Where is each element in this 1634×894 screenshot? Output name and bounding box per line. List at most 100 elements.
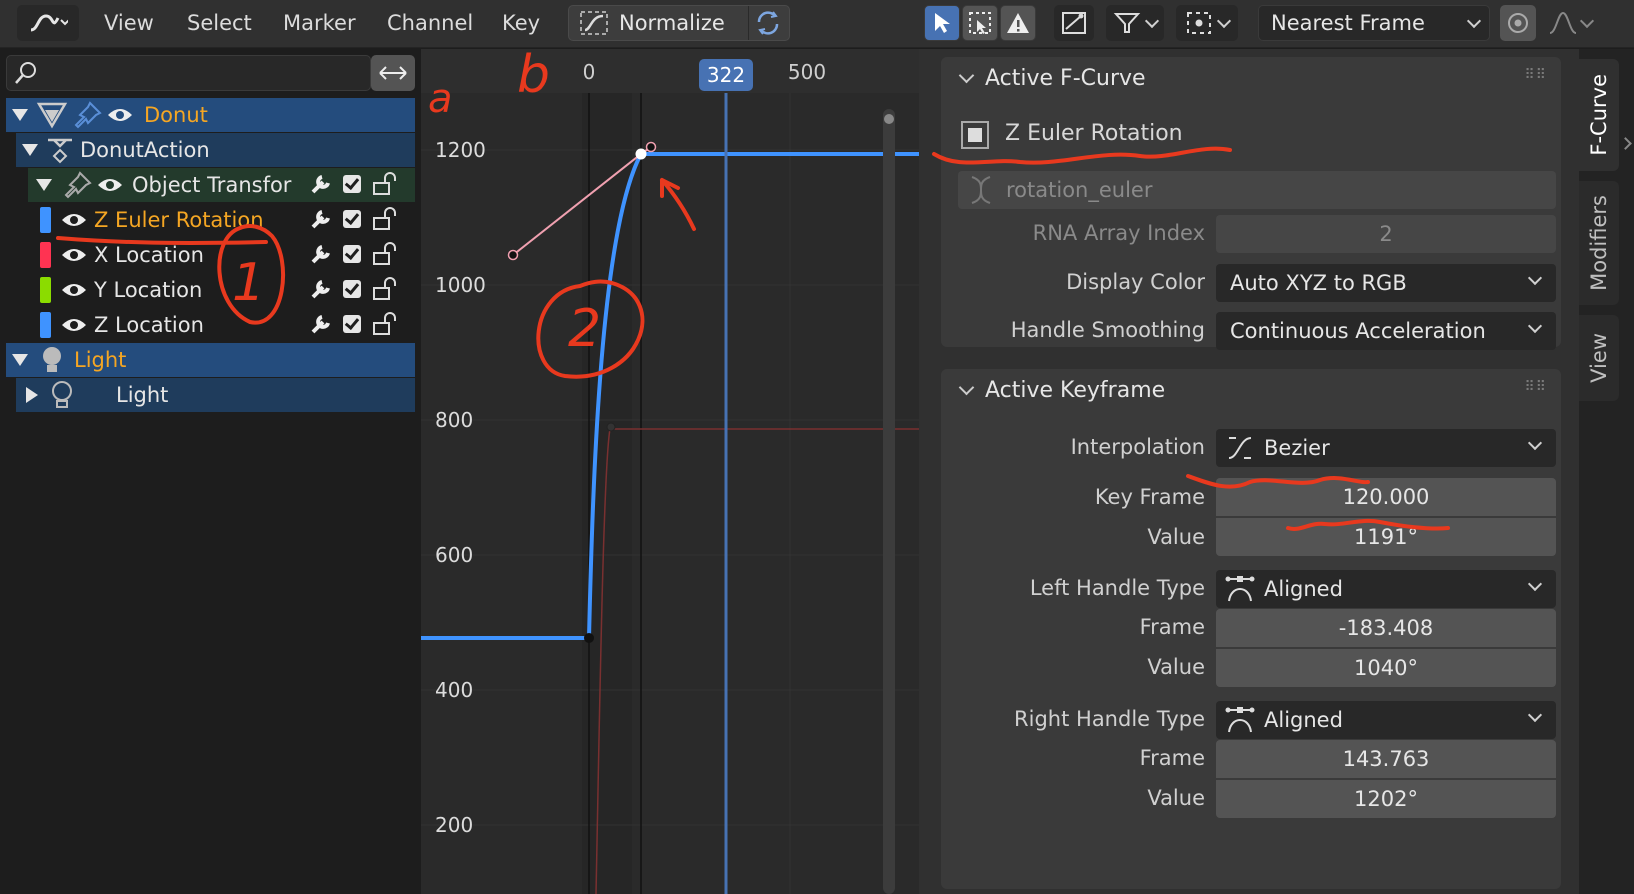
tab-view[interactable]: View xyxy=(1579,315,1619,401)
collapse-sidebar-chevron-icon[interactable] xyxy=(1619,137,1632,150)
mesh-object-icon xyxy=(36,102,68,129)
wrench-icon[interactable] xyxy=(309,242,333,266)
wrench-icon[interactable] xyxy=(309,312,333,336)
channel-search-box[interactable] xyxy=(6,55,371,91)
expand-triangle-icon[interactable] xyxy=(26,387,38,403)
unlock-icon[interactable] xyxy=(371,312,399,336)
swap-filter-button[interactable] xyxy=(371,55,415,91)
key-frame-field[interactable]: 120.000 xyxy=(1216,478,1556,516)
eye-icon[interactable] xyxy=(60,210,88,230)
tab-f-curve[interactable]: F-Curve xyxy=(1579,59,1619,171)
mute-checkbox[interactable] xyxy=(343,175,361,193)
auto-snap-dropdown[interactable]: Nearest Frame xyxy=(1258,5,1490,41)
right-handle-frame-field[interactable]: 143.763 xyxy=(1216,740,1556,778)
channel-row-action[interactable]: DonutAction xyxy=(16,133,415,167)
panel-title[interactable]: Active F-Curve xyxy=(985,66,1146,91)
unlock-icon[interactable] xyxy=(371,172,399,196)
left-handle-value-field[interactable]: 1040° xyxy=(1216,649,1556,687)
panel-collapse-chevron-icon[interactable] xyxy=(958,67,975,84)
wrench-icon[interactable] xyxy=(309,172,333,196)
show-handles-button[interactable] xyxy=(1054,5,1094,41)
eye-icon[interactable] xyxy=(106,105,134,125)
channel-row-z-location[interactable]: Z Location xyxy=(40,308,415,342)
right-handle-value-field[interactable]: 1202° xyxy=(1216,780,1556,818)
unlock-icon[interactable] xyxy=(371,277,399,301)
expand-triangle-icon[interactable] xyxy=(12,109,28,121)
right-handle-type-value: Aligned xyxy=(1264,708,1343,732)
panel-title[interactable]: Active Keyframe xyxy=(985,378,1165,403)
eye-icon[interactable] xyxy=(60,315,88,335)
wrench-icon[interactable] xyxy=(309,207,333,231)
menu-channel[interactable]: Channel xyxy=(387,8,473,38)
bezier-interpolation-icon xyxy=(1228,437,1252,459)
eye-icon[interactable] xyxy=(96,175,124,195)
proportional-editing-button[interactable] xyxy=(1500,5,1536,41)
unlock-icon[interactable] xyxy=(371,207,399,231)
proportional-falloff-dropdown[interactable] xyxy=(1540,5,1600,41)
mute-checkbox[interactable] xyxy=(343,280,361,298)
channel-row-light-data[interactable]: Light xyxy=(16,378,415,412)
left-handle-point[interactable] xyxy=(507,249,519,261)
pin-icon[interactable] xyxy=(62,171,92,199)
keyframe-point[interactable] xyxy=(584,633,594,643)
menu-select[interactable]: Select xyxy=(187,8,252,38)
channel-label: X Location xyxy=(94,243,204,267)
channel-row-group[interactable]: Object Transfor xyxy=(28,168,415,202)
selected-keyframe-point[interactable] xyxy=(635,148,647,160)
fcurve-x-location[interactable] xyxy=(595,428,919,894)
panel-collapse-chevron-icon[interactable] xyxy=(958,379,975,396)
mute-checkbox[interactable] xyxy=(343,315,361,333)
mute-checkbox[interactable] xyxy=(343,210,361,228)
channel-label: Light xyxy=(74,348,127,372)
interpolation-dropdown[interactable]: Bezier xyxy=(1216,429,1556,467)
panel-grip-icon[interactable]: ⠿⠿ xyxy=(1524,67,1547,83)
channel-row-object[interactable]: Light xyxy=(6,343,415,377)
auto-normalize-refresh-icon[interactable] xyxy=(753,8,783,38)
graph-scrollbar[interactable] xyxy=(883,109,895,894)
handle-smoothing-dropdown[interactable]: Continuous Acceleration xyxy=(1216,312,1556,350)
editor-type-dropdown[interactable] xyxy=(17,5,79,41)
key-value-field[interactable]: 1191° xyxy=(1216,518,1556,556)
filter-dropdown[interactable] xyxy=(1106,5,1164,41)
tab-modifiers[interactable]: Modifiers xyxy=(1579,181,1619,305)
wrench-icon[interactable] xyxy=(309,277,333,301)
expand-triangle-icon[interactable] xyxy=(22,144,38,156)
data-path-field[interactable]: rotation_euler xyxy=(958,171,1556,209)
right-handle-point[interactable] xyxy=(645,141,657,153)
left-handle-type-dropdown[interactable]: Aligned xyxy=(1216,570,1556,608)
tweak-tool-button[interactable] xyxy=(924,5,960,41)
frame-scrub-area[interactable] xyxy=(421,49,919,93)
current-frame-label: 322 xyxy=(707,63,745,87)
mute-checkbox[interactable] xyxy=(343,245,361,263)
tab-label: Modifiers xyxy=(1587,195,1611,291)
channel-row-x-location[interactable]: X Location xyxy=(40,238,415,272)
rna-index-field[interactable]: 2 xyxy=(1216,215,1556,253)
fcurve-z-euler-rotation[interactable] xyxy=(421,152,919,640)
panel-grip-icon[interactable]: ⠿⠿ xyxy=(1524,379,1547,395)
expand-triangle-icon[interactable] xyxy=(12,354,28,366)
pin-icon[interactable] xyxy=(72,101,102,129)
menu-marker[interactable]: Marker xyxy=(283,8,356,38)
channel-row-z-euler-rotation[interactable]: Z Euler Rotation xyxy=(40,203,415,237)
channel-row-object[interactable]: Donut xyxy=(6,98,415,132)
channel-search-input[interactable] xyxy=(43,58,363,88)
expand-triangle-icon[interactable] xyxy=(36,179,52,191)
normalize-toggle[interactable]: Normalize xyxy=(568,5,790,41)
graph-canvas[interactable]: 0 500 1200 1000 800 600 400 200 322 xyxy=(421,49,919,894)
warning-button[interactable] xyxy=(1000,5,1036,41)
channel-row-y-location[interactable]: Y Location xyxy=(40,273,415,307)
channel-toggles xyxy=(309,242,399,266)
pivot-point-dropdown[interactable] xyxy=(1176,5,1238,41)
graph-area[interactable]: 0 500 1200 1000 800 600 400 200 322 xyxy=(421,49,919,894)
display-color-dropdown[interactable]: Auto XYZ to RGB xyxy=(1216,264,1556,302)
left-handle-frame-field[interactable]: -183.408 xyxy=(1216,609,1556,647)
menu-key[interactable]: Key xyxy=(502,8,540,38)
unlock-icon[interactable] xyxy=(371,242,399,266)
right-handle-type-dropdown[interactable]: Aligned xyxy=(1216,701,1556,739)
box-select-tool-button[interactable] xyxy=(962,5,998,41)
eye-icon[interactable] xyxy=(60,280,88,300)
eye-icon[interactable] xyxy=(60,245,88,265)
rna-path-icon xyxy=(971,176,991,204)
menu-view[interactable]: View xyxy=(104,8,154,38)
left-frame-label: Frame xyxy=(1139,615,1205,639)
